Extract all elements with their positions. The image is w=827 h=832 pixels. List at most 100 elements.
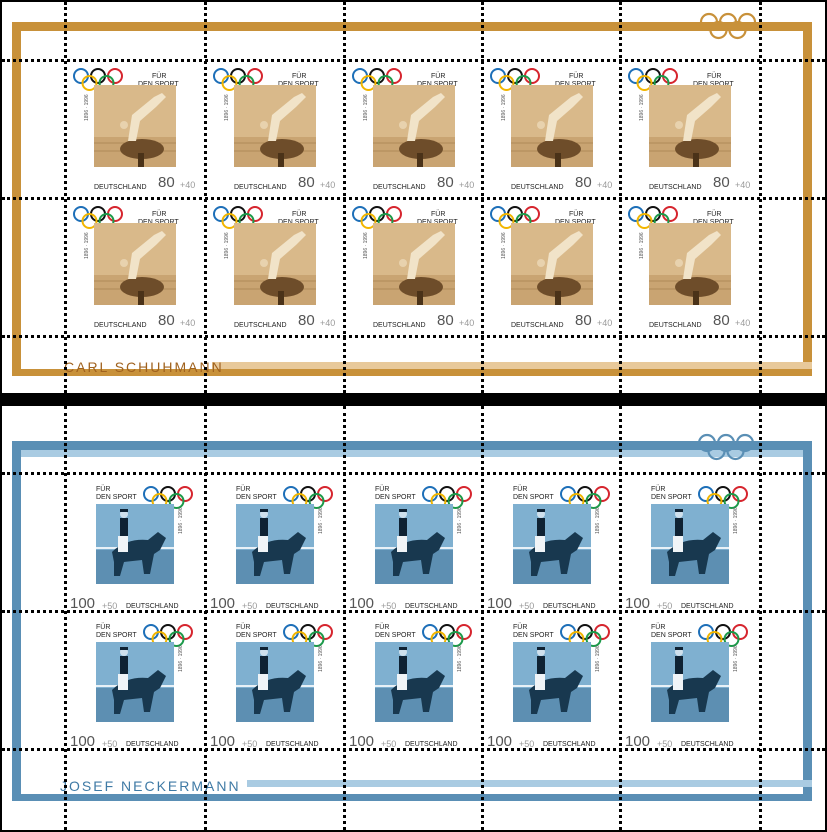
perforation-col (759, 2, 762, 393)
perforation-col (481, 406, 484, 830)
stamp-80-pfennig: FÜR DEN SPORT 1896 · 1996 DEUTSCHLAND 80 +40 (345, 199, 481, 334)
dressage-rider-photo (236, 642, 314, 722)
stamp-surcharge: +40 (180, 180, 196, 190)
stamp-picture (375, 642, 453, 722)
perforation-col (204, 2, 207, 393)
stamp-80-pfennig: FÜR DEN SPORT 1896 · 1996 DEUTSCHLAND 80 +40 (206, 199, 342, 334)
gymnast-photo (234, 223, 316, 305)
perforation-row (2, 59, 825, 62)
perforation-row (2, 335, 825, 338)
dressage-rider-photo (96, 642, 174, 722)
frame-top-bar (12, 441, 812, 450)
stamp-surcharge: +40 (735, 180, 751, 190)
stamp-surcharge: +40 (320, 180, 336, 190)
stamp-country: DEUTSCHLAND (234, 322, 287, 329)
stamp-picture (651, 504, 729, 584)
stamp-value: 80 (298, 312, 315, 329)
gymnast-photo (234, 85, 316, 167)
stamp-surcharge: +40 (459, 318, 475, 328)
stamp-country: DEUTSCHLAND (649, 322, 702, 329)
stamp-picture (649, 85, 731, 167)
stamp-picture (234, 223, 316, 305)
stamp-surcharge: +40 (597, 318, 613, 328)
stamp-country: DEUTSCHLAND (373, 322, 426, 329)
frame-top-bar (12, 22, 812, 31)
stamp-years: 1896 · 1996 (224, 94, 230, 121)
stamp-years: 1896 · 1996 (639, 94, 645, 121)
perforation-row (2, 197, 825, 200)
stamp-years: 1896 · 1996 (84, 232, 90, 259)
perforation-row (2, 748, 825, 751)
stamp-caption-line2: DEN SPORT (513, 494, 554, 501)
perforation-col (759, 406, 762, 830)
perforation-col (619, 406, 622, 830)
stamp-caption-line2: DEN SPORT (513, 632, 554, 639)
stamp-caption-line2: DEN SPORT (651, 494, 692, 501)
stamp-caption-line2: DEN SPORT (96, 632, 137, 639)
gymnast-photo (373, 85, 455, 167)
stamp-caption-line1: FÜR (513, 486, 528, 493)
dressage-rider-photo (513, 504, 591, 584)
stamp-100-pfennig: FÜR DEN SPORT 1896 · 1996 100 +50 DEUTSCHLAND (206, 612, 342, 750)
perforation-col (204, 406, 207, 830)
dressage-rider-photo (375, 504, 453, 584)
stamp-value: 80 (298, 174, 315, 191)
frame-left-bar (12, 441, 21, 801)
stamp-100-pfennig: FÜR DEN SPORT 1896 · 1996 100 +50 DEUTSCHLAND (483, 612, 619, 750)
stamp-picture (234, 85, 316, 167)
stamp-picture (649, 223, 731, 305)
perforation-col (64, 406, 67, 830)
stamp-caption-line2: DEN SPORT (236, 632, 277, 639)
stamp-caption-line1: FÜR (292, 211, 307, 218)
dressage-rider-photo (651, 642, 729, 722)
stamp-80-pfennig: FÜR DEN SPORT 1896 · 1996 DEUTSCHLAND 80 +40 (621, 61, 757, 196)
stamp-caption-line1: FÜR (651, 486, 666, 493)
stamp-80-pfennig: FÜR DEN SPORT 1896 · 1996 DEUTSCHLAND 80 +40 (345, 61, 481, 196)
gymnast-photo (94, 223, 176, 305)
stamp-caption-line1: FÜR (96, 486, 111, 493)
stamp-80-pfennig: FÜR DEN SPORT 1896 · 1996 DEUTSCHLAND 80 +40 (206, 61, 342, 196)
frame-bottom-bar-light (212, 362, 812, 369)
stamp-caption-line1: FÜR (236, 486, 251, 493)
stamp-caption-line1: FÜR (431, 73, 446, 80)
stamp-80-pfennig: FÜR DEN SPORT 1896 · 1996 DEUTSCHLAND 80 +40 (483, 61, 619, 196)
stamp-caption-line1: FÜR (707, 73, 722, 80)
stamp-caption-line1: FÜR (236, 624, 251, 631)
dressage-rider-photo (236, 504, 314, 584)
stamp-country: DEUTSCHLAND (649, 184, 702, 191)
stamp-years: 1896 · 1996 (733, 507, 739, 534)
stamp-years: 1896 · 1996 (178, 645, 184, 672)
stamp-country: DEUTSCHLAND (94, 184, 147, 191)
stamp-value: 80 (713, 174, 730, 191)
stamp-caption-line1: FÜR (152, 73, 167, 80)
olympic-rings-icon (699, 12, 757, 40)
stamp-years: 1896 · 1996 (457, 507, 463, 534)
stamp-caption-line1: FÜR (513, 624, 528, 631)
stamp-caption-line1: FÜR (375, 624, 390, 631)
frame-right-bar (803, 441, 812, 801)
stamp-picture (375, 504, 453, 584)
dressage-rider-photo (651, 504, 729, 584)
stamp-years: 1896 · 1996 (595, 507, 601, 534)
gymnast-photo (649, 85, 731, 167)
stamp-years: 1896 · 1996 (501, 232, 507, 259)
stamp-picture (236, 642, 314, 722)
perforation-col (481, 2, 484, 393)
stamp-picture (94, 85, 176, 167)
perforation-col (619, 2, 622, 393)
stamp-value: 80 (713, 312, 730, 329)
stamp-surcharge: +40 (735, 318, 751, 328)
frame-bottom-bar-light (247, 780, 812, 787)
stamp-80-pfennig: FÜR DEN SPORT 1896 · 1996 DEUTSCHLAND 80 +40 (66, 61, 202, 196)
stamp-surcharge: +40 (180, 318, 196, 328)
stamp-country: DEUTSCHLAND (94, 322, 147, 329)
stamp-picture (513, 642, 591, 722)
stamp-100-pfennig: FÜR DEN SPORT 1896 · 1996 100 +50 DEUTSCHLAND (483, 474, 619, 612)
stamp-caption-line1: FÜR (569, 211, 584, 218)
stamp-picture (236, 504, 314, 584)
stamp-picture (651, 642, 729, 722)
olympic-rings-icon (697, 433, 755, 461)
gymnast-photo (511, 223, 593, 305)
stamp-value: 80 (575, 312, 592, 329)
stamp-caption-line1: FÜR (375, 486, 390, 493)
